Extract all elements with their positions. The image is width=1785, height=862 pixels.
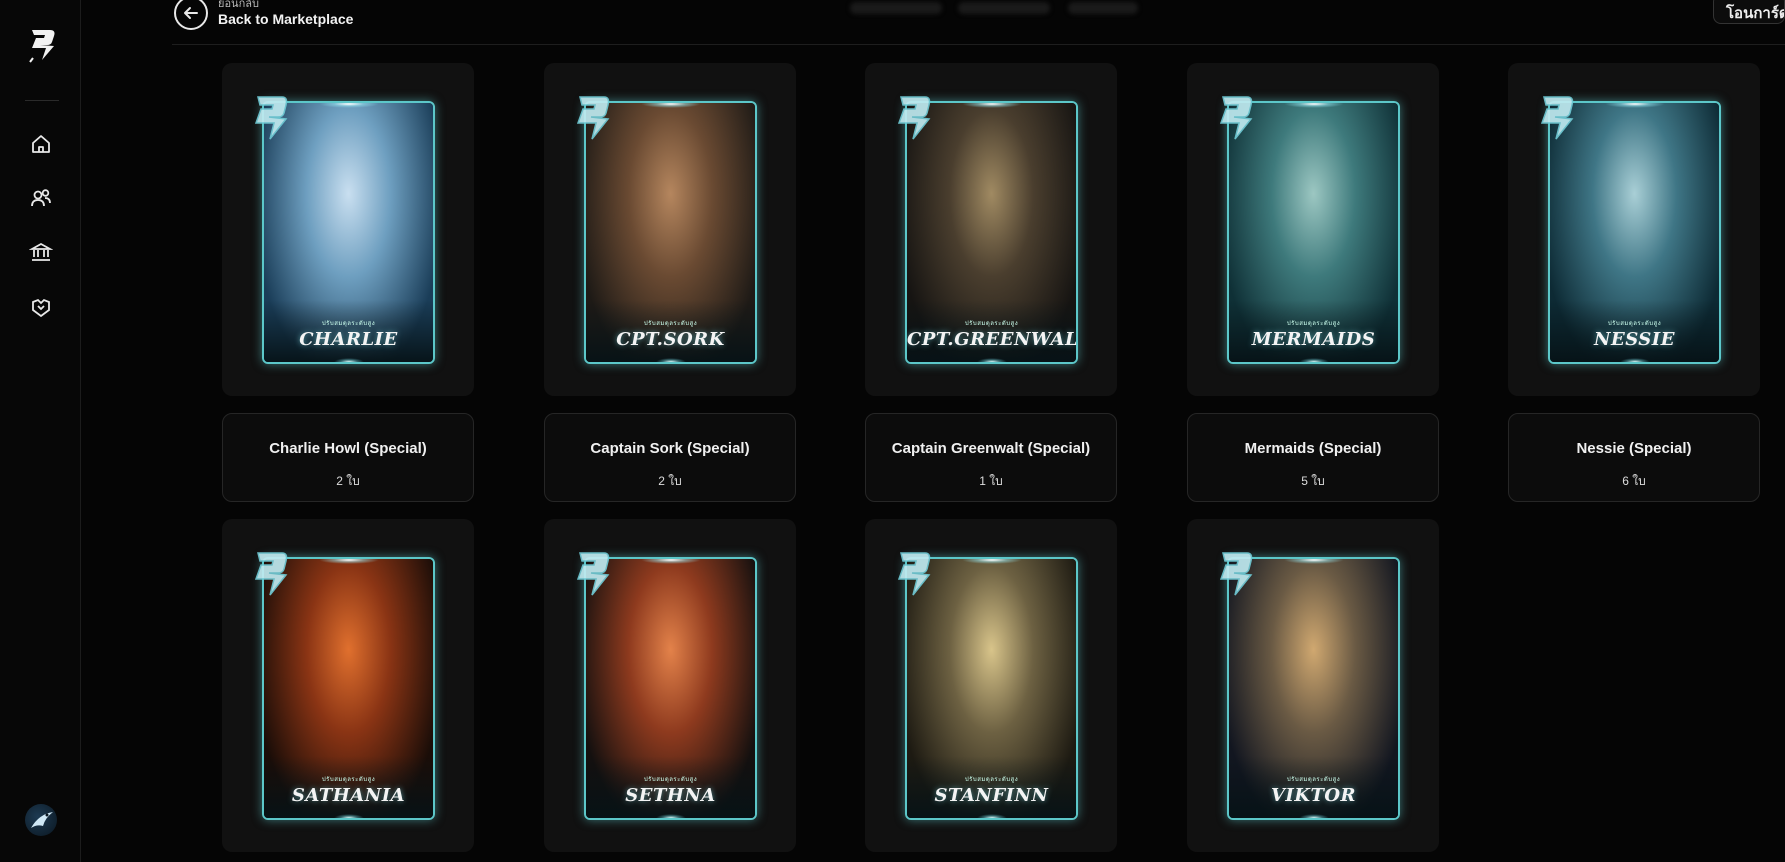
card-subtitle: ปรับสมดุลระดับสูง (1286, 777, 1341, 783)
card-info-box[interactable]: Charlie Howl (Special) 2 ใบ (222, 413, 474, 502)
back-to-marketplace-button[interactable]: ย้อนกลับ Back to Marketplace (174, 0, 353, 30)
brand-badge-icon (891, 93, 935, 147)
card-name: NESSIE (1594, 329, 1675, 350)
card-count: 2 ใบ (336, 474, 360, 488)
bank-icon[interactable] (28, 240, 54, 264)
card-count: 6 ใบ (1622, 474, 1646, 488)
card-item[interactable]: ปรับสมดุลระดับสูง MERMAIDS (1187, 63, 1439, 396)
card-item[interactable]: ปรับสมดุลระดับสูง CHARLIE (222, 63, 474, 396)
card-item[interactable]: ปรับสมดุลระดับสูง NESSIE (1508, 63, 1760, 396)
brand-badge-icon (248, 549, 292, 603)
card-name: SATHANIA (291, 785, 406, 806)
card-name: STANFINN (934, 785, 1049, 806)
card-item[interactable]: ปรับสมดุลระดับสูง CPT.SORK (544, 63, 796, 396)
users-icon[interactable] (29, 186, 53, 210)
card-subtitle: ปรับสมดุลระดับสูง (1286, 321, 1341, 327)
brand-badge-icon (570, 549, 614, 603)
card-subtitle: ปรับสมดุลระดับสูง (643, 321, 698, 327)
sidebar-divider (25, 100, 59, 101)
top-bar: ย้อนกลับ Back to Marketplace โอนการ์ด (172, 0, 1785, 45)
card-title: Captain Sork (Special) (590, 440, 750, 457)
card-subtitle: ปรับสมดุลระดับสูง (321, 321, 376, 327)
card-item[interactable]: ปรับสมดุลระดับสูง SATHANIA (222, 519, 474, 852)
card-item[interactable]: ปรับสมดุลระดับสูง STANFINN (865, 519, 1117, 852)
card-name: MERMAIDS (1251, 329, 1376, 350)
brand-badge-icon (1534, 93, 1578, 147)
card-subtitle: ปรับสมดุลระดับสูง (964, 777, 1019, 783)
home-icon[interactable] (29, 132, 53, 156)
transfer-card-button[interactable]: โอนการ์ด (1713, 0, 1785, 24)
card-info-box[interactable]: Nessie (Special) 6 ใบ (1508, 413, 1760, 502)
card-info-box[interactable]: Mermaids (Special) 5 ใบ (1187, 413, 1439, 502)
brand-badge-icon (1213, 93, 1257, 147)
blurred-tab[interactable] (850, 2, 942, 14)
card-subtitle: ปรับสมดุลระดับสูง (643, 777, 698, 783)
card-count: 1 ใบ (979, 474, 1003, 488)
card-info-box[interactable]: Captain Greenwalt (Special) 1 ใบ (865, 413, 1117, 502)
brand-badge-icon (1213, 549, 1257, 603)
card-subtitle: ปรับสมดุลระดับสูง (1607, 321, 1662, 327)
card-title: Captain Greenwalt (Special) (891, 440, 1091, 457)
card-name: SETHNA (625, 785, 716, 806)
back-sub-label: ย้อนกลับ (218, 0, 259, 10)
brand-badge-icon (570, 93, 614, 147)
card-title: Mermaids (Special) (1244, 440, 1382, 457)
card-count: 2 ใบ (658, 474, 682, 488)
avatar[interactable] (25, 804, 57, 836)
card-item[interactable]: ปรับสมดุลระดับสูง VIKTOR (1187, 519, 1439, 852)
card-subtitle: ปรับสมดุลระดับสูง (964, 321, 1019, 327)
card-name: CHARLIE (299, 329, 398, 350)
brand-badge-icon (248, 93, 292, 147)
brand-logo-icon[interactable] (24, 26, 58, 66)
card-name: CPT.GREENWALT (907, 329, 1078, 350)
card-info-box[interactable]: Captain Sork (Special) 2 ใบ (544, 413, 796, 502)
card-name: VIKTOR (1270, 785, 1357, 806)
card-title: Charlie Howl (Special) (269, 440, 427, 457)
blurred-tab[interactable] (958, 2, 1050, 14)
brand-badge-icon (891, 549, 935, 603)
card-title: Nessie (Special) (1576, 440, 1692, 457)
card-item[interactable]: ปรับสมดุลระดับสูง CPT.GREENWALT (865, 63, 1117, 396)
handshake-icon[interactable] (29, 295, 53, 319)
blurred-tab[interactable] (1068, 2, 1138, 14)
sidebar (0, 0, 81, 862)
back-label: Back to Marketplace (218, 11, 354, 27)
card-count: 5 ใบ (1301, 474, 1325, 488)
card-name: CPT.SORK (616, 329, 725, 350)
arrow-left-icon (174, 0, 208, 30)
card-subtitle: ปรับสมดุลระดับสูง (321, 777, 376, 783)
card-item[interactable]: ปรับสมดุลระดับสูง SETHNA (544, 519, 796, 852)
